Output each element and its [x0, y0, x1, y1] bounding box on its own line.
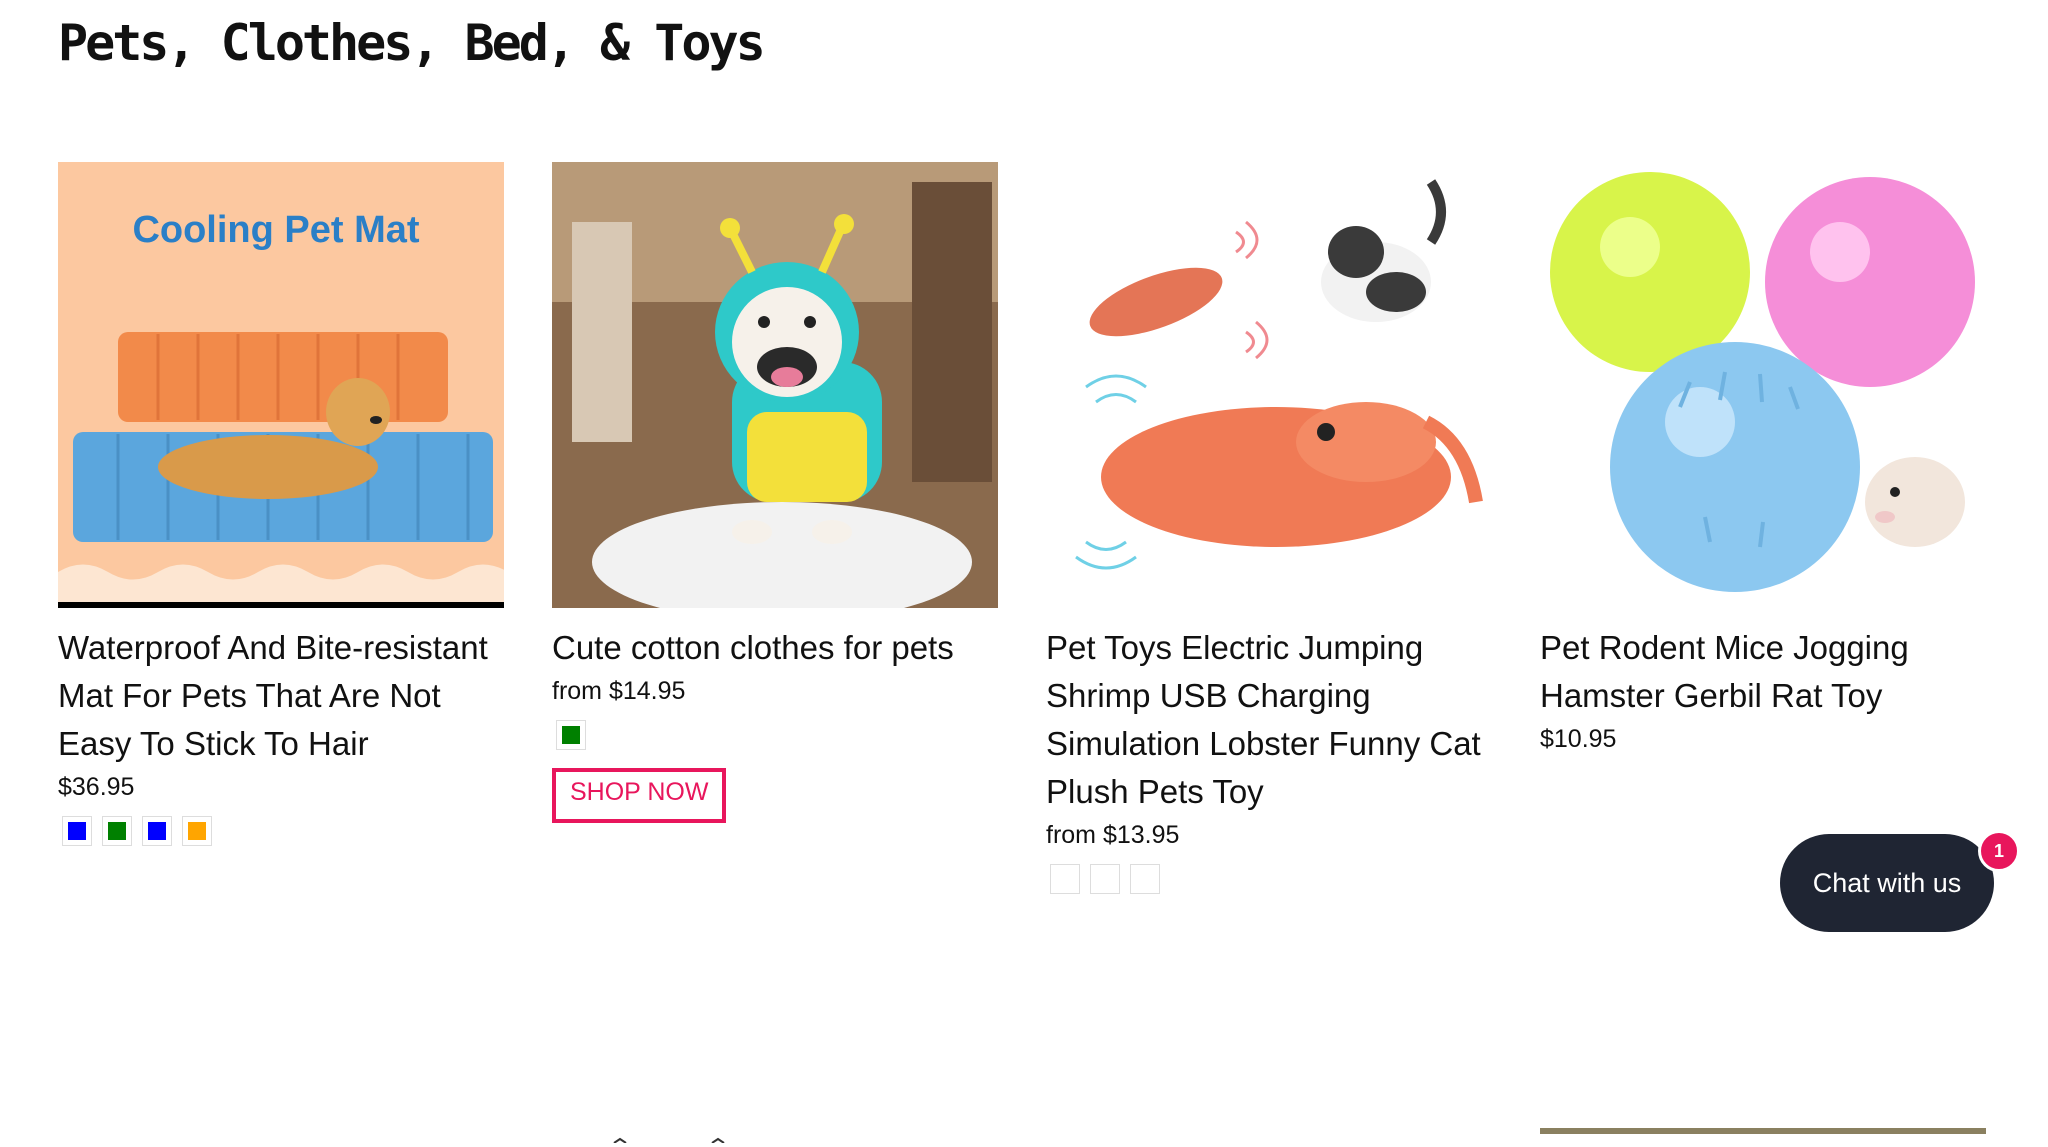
product-image[interactable] [1540, 162, 1986, 608]
chat-unread-badge: 1 [1978, 830, 2020, 872]
color-swatch[interactable] [1090, 864, 1120, 894]
product-title[interactable]: Cute cotton clothes for pets [552, 624, 998, 672]
shop-now-button[interactable]: SHOP NOW [552, 768, 727, 823]
color-swatch[interactable] [556, 720, 586, 750]
next-row-image-peek [1540, 1128, 1986, 1134]
color-swatch[interactable] [1130, 864, 1160, 894]
image-caption: Cooling Pet Mat [132, 209, 419, 251]
product-title[interactable]: Pet Rodent Mice Jogging Hamster Gerbil R… [1540, 624, 1986, 720]
color-swatch[interactable] [182, 816, 212, 846]
product-price: from $14.95 [552, 677, 686, 705]
page-title: Pets, Clothes, Bed, & Toys [58, 14, 766, 72]
color-swatch[interactable] [102, 816, 132, 846]
color-swatch[interactable] [1050, 864, 1080, 894]
chat-button[interactable]: Chat with us [1780, 834, 1994, 932]
color-swatch[interactable] [142, 816, 172, 846]
product-price: $36.95 [58, 773, 135, 801]
product-image[interactable] [1046, 162, 1492, 608]
product-card[interactable]: Pet Rodent Mice Jogging Hamster Gerbil R… [1540, 162, 1986, 756]
product-title[interactable]: Pet Toys Electric Jumping Shrimp USB Cha… [1046, 624, 1492, 816]
swatch-list [552, 720, 998, 750]
product-price: from $13.95 [1046, 821, 1180, 849]
product-card[interactable]: Cooling Pet Mat Waterproof And Bite-resi… [58, 162, 504, 846]
next-row-image-peek [552, 1128, 998, 1144]
product-image[interactable] [552, 162, 998, 608]
product-title[interactable]: Waterproof And Bite-resistant Mat For Pe… [58, 624, 504, 768]
color-swatch[interactable] [62, 816, 92, 846]
swatch-list [58, 816, 504, 846]
product-grid: Cooling Pet Mat Waterproof And Bite-resi… [58, 162, 1988, 1144]
swatch-list [1046, 864, 1492, 894]
product-image[interactable]: Cooling Pet Mat [58, 162, 504, 608]
product-card[interactable]: Pet Toys Electric Jumping Shrimp USB Cha… [1046, 162, 1492, 894]
product-card[interactable]: Cute cotton clothes for pets from $14.95… [552, 162, 998, 823]
product-price: $10.95 [1540, 725, 1617, 753]
